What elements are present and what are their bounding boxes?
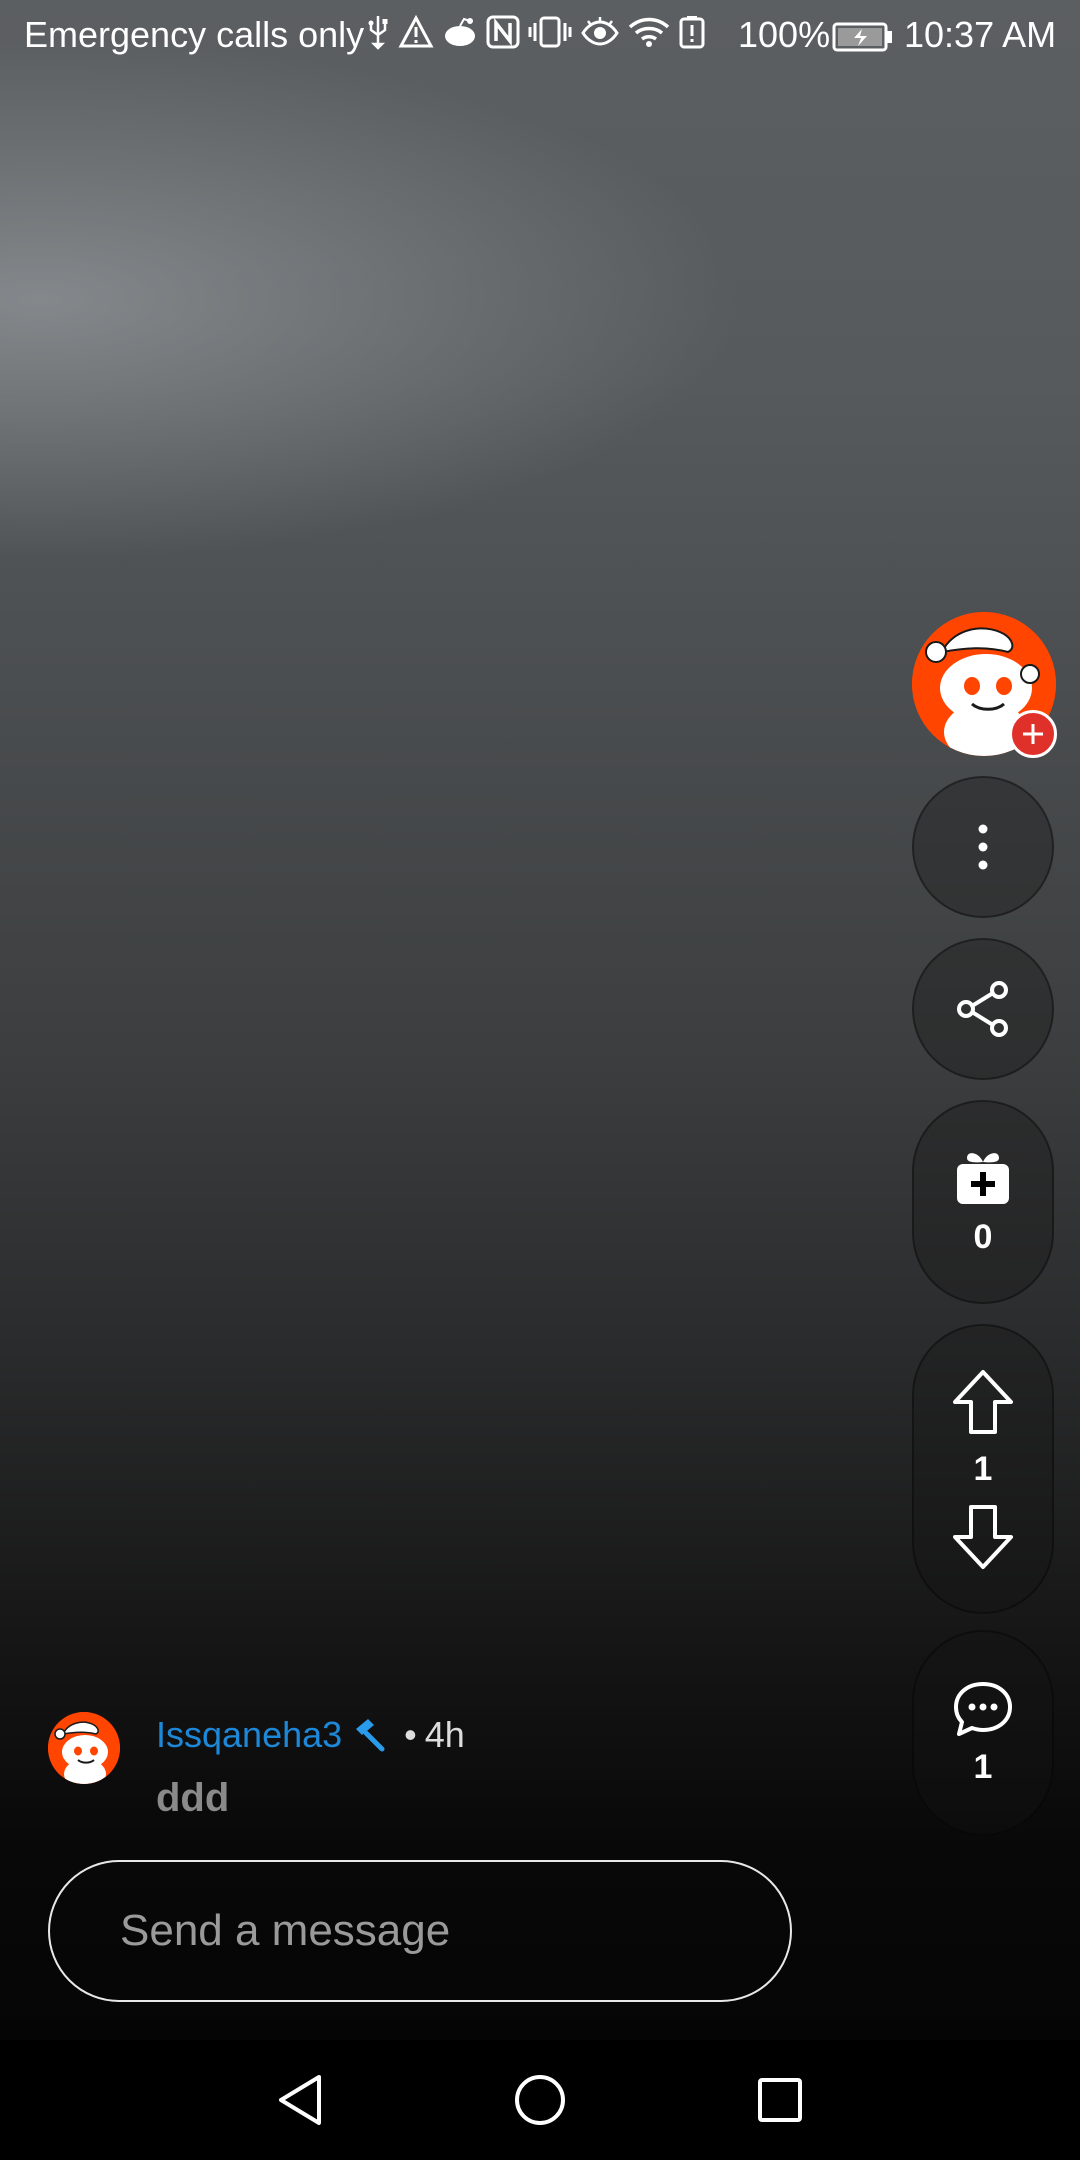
vote-count: 1 xyxy=(973,1449,993,1488)
creator-avatar[interactable] xyxy=(912,612,1057,758)
award-button[interactable]: 0 xyxy=(912,1100,1054,1304)
nfc-icon xyxy=(486,15,520,49)
upvote-icon[interactable] xyxy=(951,1368,1015,1436)
comment-count: 1 xyxy=(973,1747,993,1786)
gift-award-icon xyxy=(957,1152,1009,1204)
meta-separator: • xyxy=(404,1714,417,1755)
battery-percent: 100% xyxy=(738,14,831,55)
warning-icon xyxy=(398,15,434,48)
status-bar: Emergency calls only 100% 10:37 AM xyxy=(0,0,1080,72)
usb-icon xyxy=(368,16,388,50)
back-button[interactable] xyxy=(240,2040,360,2160)
follow-button[interactable] xyxy=(1009,710,1057,758)
back-triangle-icon xyxy=(279,2075,321,2125)
comment-age: 4h xyxy=(424,1714,465,1755)
downvote-icon[interactable] xyxy=(951,1503,1015,1571)
comment-meta: Issqaneha3 • 4h xyxy=(156,1714,465,1756)
comments-button[interactable]: 1 xyxy=(912,1630,1054,1836)
carrier-text: Emergency calls only xyxy=(24,14,365,55)
vibrate-icon xyxy=(528,16,572,48)
share-button[interactable] xyxy=(912,938,1054,1080)
commenter-avatar[interactable] xyxy=(48,1712,120,1784)
comment-username[interactable]: Issqaneha3 xyxy=(156,1714,342,1756)
system-nav-bar xyxy=(0,2040,1080,2160)
message-placeholder: Send a message xyxy=(120,1906,451,1955)
home-circle-icon xyxy=(515,2075,565,2125)
plus-icon xyxy=(1023,724,1043,744)
recents-square-icon xyxy=(758,2078,802,2122)
reddit-notification-icon xyxy=(445,17,475,46)
wifi-icon xyxy=(628,17,670,47)
comment-text: ddd xyxy=(156,1776,230,1820)
clock: 10:37 AM xyxy=(904,14,1057,55)
eye-comfort-icon xyxy=(581,17,619,46)
video-screen[interactable]: Emergency calls only 100% 10:37 AM 0 1 1… xyxy=(0,0,1080,2160)
battery-alert-icon xyxy=(679,16,705,49)
status-icons xyxy=(366,14,706,50)
comment-bubble-icon xyxy=(954,1681,1012,1736)
recents-button[interactable] xyxy=(720,2040,840,2160)
share-icon xyxy=(957,981,1008,1037)
snoo-avatar-icon xyxy=(48,1712,120,1784)
home-button[interactable] xyxy=(480,2040,600,2160)
moderator-icon xyxy=(356,1719,385,1752)
award-count: 0 xyxy=(973,1217,993,1256)
message-input[interactable]: Send a message xyxy=(48,1860,792,2002)
more-vertical-icon xyxy=(978,824,988,870)
vote-control: 1 xyxy=(912,1324,1054,1614)
battery-charging-icon xyxy=(832,22,892,52)
more-options-button[interactable] xyxy=(912,776,1054,918)
